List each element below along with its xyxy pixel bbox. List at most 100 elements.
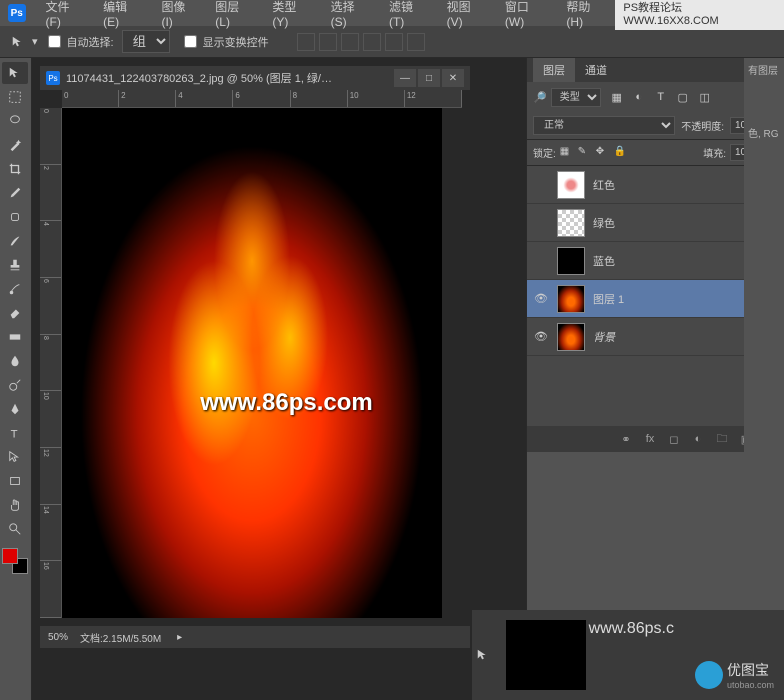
edge-text-2: 色, RG (744, 121, 784, 144)
layer-name[interactable]: 绿色 (593, 215, 615, 231)
layer-name[interactable]: 背景 (593, 329, 615, 345)
filter-type-select[interactable]: 类型 (551, 88, 601, 107)
align-bottom-icon[interactable] (341, 33, 359, 51)
layer-thumbnail[interactable] (557, 209, 585, 237)
lasso-tool[interactable] (2, 110, 28, 132)
tab-layers[interactable]: 图层 (533, 58, 575, 82)
doc-ps-icon: Ps (46, 71, 60, 85)
menu-bar: Ps 文件(F)编辑(E)图像(I)图层(L)类型(Y)选择(S)滤镜(T)视图… (0, 0, 784, 26)
type-tool[interactable]: T (2, 422, 28, 444)
layer-thumbnail[interactable] (557, 323, 585, 351)
layer-name[interactable]: 图层 1 (593, 291, 624, 307)
search-icon[interactable]: 🔎 (533, 91, 547, 104)
marquee-tool[interactable] (2, 86, 28, 108)
document-area: Ps 11074431_122403780263_2.jpg @ 50% (图层… (32, 58, 526, 700)
menu-1[interactable]: 编辑(E) (93, 0, 151, 29)
layer-thumbnail[interactable] (557, 285, 585, 313)
align-hcenter-icon[interactable] (385, 33, 403, 51)
layer-visibility-icon[interactable]: 👁 (533, 291, 549, 307)
layer-fx-icon[interactable]: fx (642, 431, 658, 447)
rectangle-tool[interactable] (2, 470, 28, 492)
move-tool-icon (8, 32, 28, 52)
ruler-vertical[interactable]: 0246810121416 (40, 108, 62, 618)
show-transform-label: 显示变换控件 (203, 34, 269, 50)
menu-8[interactable]: 窗口(W) (495, 0, 557, 29)
move-tool[interactable] (2, 62, 28, 84)
lock-all-icon[interactable]: 🔒 (614, 146, 628, 160)
menu-6[interactable]: 滤镜(T) (379, 0, 437, 29)
filter-pixel-icon[interactable]: ▦ (609, 89, 625, 105)
eyedropper-tool[interactable] (2, 182, 28, 204)
lock-position-icon[interactable]: ✥ (596, 146, 610, 160)
filter-shape-icon[interactable]: ▢ (675, 89, 691, 105)
align-left-icon[interactable] (363, 33, 381, 51)
layer-thumbnail[interactable] (557, 247, 585, 275)
document-title: 11074431_122403780263_2.jpg @ 50% (图层 1,… (66, 70, 394, 86)
adjustment-layer-icon[interactable]: ◐ (690, 431, 706, 447)
canvas[interactable]: www.86ps.com (62, 108, 442, 618)
align-top-icon[interactable] (297, 33, 315, 51)
filter-adjust-icon[interactable]: ◐ (631, 89, 647, 105)
menu-3[interactable]: 图层(L) (205, 0, 262, 29)
blend-mode-select[interactable]: 正常 (533, 116, 675, 135)
show-transform-checkbox[interactable] (184, 35, 197, 48)
align-right-icon[interactable] (407, 33, 425, 51)
hand-tool[interactable] (2, 494, 28, 516)
dodge-tool[interactable] (2, 374, 28, 396)
brand-icon (695, 661, 723, 689)
heal-tool[interactable] (2, 206, 28, 228)
layer-visibility-icon[interactable]: 👁 (533, 329, 549, 345)
path-select-tool[interactable] (2, 446, 28, 468)
lock-brush-icon[interactable]: ✎ (578, 146, 592, 160)
wand-tool[interactable] (2, 134, 28, 156)
minimize-button[interactable]: — (394, 69, 416, 87)
maximize-button[interactable]: □ (418, 69, 440, 87)
status-arrow-icon[interactable]: ▸ (177, 632, 182, 643)
stamp-tool[interactable] (2, 254, 28, 276)
menu-4[interactable]: 类型(Y) (262, 0, 320, 29)
auto-select-target[interactable]: 组 (122, 30, 170, 53)
document-statusbar: 50% 文档:2.15M/5.50M ▸ (40, 626, 470, 648)
link-layers-icon[interactable]: ⚭ (618, 431, 634, 447)
layer-name[interactable]: 红色 (593, 177, 615, 193)
filter-smart-icon[interactable]: ◫ (697, 89, 713, 105)
bottom-thumb[interactable] (506, 620, 586, 690)
close-button[interactable]: ✕ (442, 69, 464, 87)
chevron-down-icon[interactable]: ▾ (32, 35, 38, 48)
brush-tool[interactable] (2, 230, 28, 252)
eraser-tool[interactable] (2, 302, 28, 324)
menu-0[interactable]: 文件(F) (36, 0, 94, 29)
lock-pixels-icon[interactable]: ▦ (560, 146, 574, 160)
crop-tool[interactable] (2, 158, 28, 180)
brand-logo: 优图宝 utobao.com (695, 660, 774, 690)
ps-logo: Ps (8, 4, 26, 22)
menu-2[interactable]: 图像(I) (151, 0, 205, 29)
menu-9[interactable]: 帮助(H) (556, 0, 615, 29)
layer-visibility-icon[interactable] (533, 215, 549, 231)
brand-name: 优图宝 (727, 660, 774, 680)
zoom-level[interactable]: 50% (48, 632, 68, 643)
layer-visibility-icon[interactable] (533, 177, 549, 193)
layer-thumbnail[interactable] (557, 171, 585, 199)
history-brush-tool[interactable] (2, 278, 28, 300)
layer-mask-icon[interactable]: ◻ (666, 431, 682, 447)
menu-5[interactable]: 选择(S) (321, 0, 379, 29)
pen-tool[interactable] (2, 398, 28, 420)
document-titlebar[interactable]: Ps 11074431_122403780263_2.jpg @ 50% (图层… (40, 66, 470, 90)
auto-select-checkbox[interactable] (48, 35, 61, 48)
arrow-cursor-icon (476, 648, 490, 662)
menu-7[interactable]: 视图(V) (437, 0, 495, 29)
foreground-color[interactable] (2, 548, 18, 564)
blur-tool[interactable] (2, 350, 28, 372)
zoom-tool[interactable] (2, 518, 28, 540)
color-swatches[interactable] (2, 548, 28, 574)
filter-type-icon[interactable]: T (653, 89, 669, 105)
ruler-horizontal[interactable]: 024681012 (62, 90, 462, 108)
layer-name[interactable]: 蓝色 (593, 253, 615, 269)
layer-group-icon[interactable]: 🗀 (714, 431, 730, 447)
gradient-tool[interactable] (2, 326, 28, 348)
edge-text-1: 有图层 (744, 58, 784, 81)
tab-channels[interactable]: 通道 (575, 58, 617, 82)
align-vcenter-icon[interactable] (319, 33, 337, 51)
layer-visibility-icon[interactable] (533, 253, 549, 269)
